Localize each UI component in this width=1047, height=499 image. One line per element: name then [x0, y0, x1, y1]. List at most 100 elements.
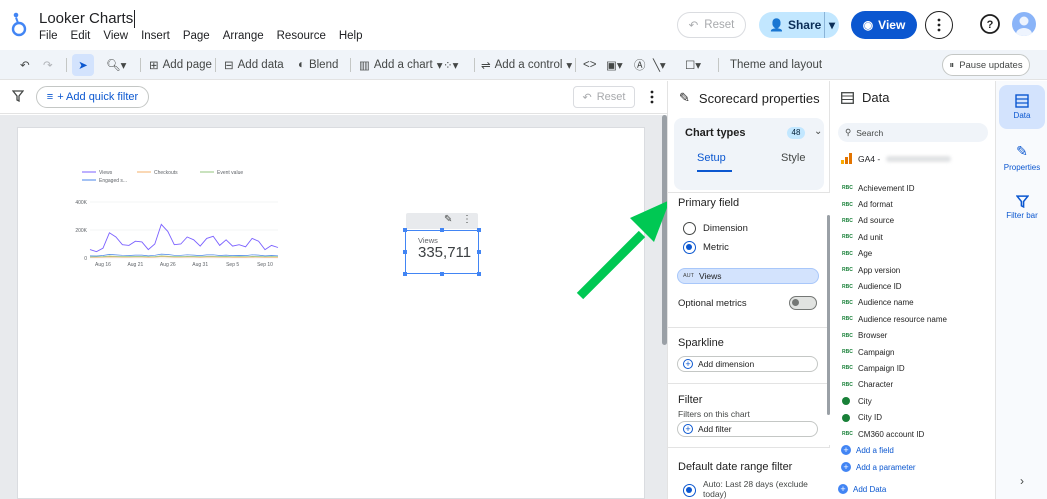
- add-page-icon: ⊞: [149, 60, 159, 72]
- select-cursor-icon[interactable]: ➤: [72, 54, 94, 76]
- view-button[interactable]: ◉ View: [851, 11, 917, 39]
- report-page[interactable]: Views Checkouts Event value Engaged s... 400…: [17, 127, 645, 499]
- text-type-icon: RBC: [842, 365, 853, 372]
- field-item[interactable]: RBC Campaign: [842, 344, 992, 360]
- sparkline-heading: Sparkline: [678, 337, 724, 349]
- metric-chip[interactable]: AUT Views: [677, 268, 819, 284]
- add-chart-button[interactable]: ▥ Add a chart ▾: [359, 50, 442, 80]
- scorecard-value: 335,711: [418, 244, 472, 261]
- scorecard-more-icon[interactable]: ⋮: [462, 214, 472, 225]
- menu-insert[interactable]: Insert: [141, 30, 170, 42]
- add-control-button[interactable]: ⇌ Add a control ▾: [481, 50, 572, 80]
- undo-icon: ↶: [582, 91, 592, 104]
- rail-data-button[interactable]: Data: [999, 85, 1045, 129]
- sparkline-section: Sparkline + Add dimension: [668, 327, 830, 382]
- text-icon[interactable]: Ⓐ: [634, 50, 646, 80]
- menu-page[interactable]: Page: [183, 30, 210, 42]
- chart-types-label[interactable]: Chart types: [685, 127, 746, 139]
- add-field-button[interactable]: + Add a field: [841, 445, 894, 455]
- optional-metrics-toggle[interactable]: [789, 296, 817, 310]
- shape-icon[interactable]: ☐▾: [685, 50, 701, 80]
- field-item[interactable]: RBC Audience ID: [842, 278, 992, 294]
- field-item[interactable]: RBC Audience resource name: [842, 311, 992, 327]
- zoom-icon[interactable]: 🔍︎▾: [106, 50, 126, 80]
- edit-pencil-icon[interactable]: ✎: [444, 214, 452, 225]
- text-type-icon: RBC: [842, 381, 853, 388]
- tab-setup[interactable]: Setup: [697, 152, 726, 164]
- undo-icon[interactable]: ↶: [20, 50, 30, 80]
- filter-bar: ≡ + Add quick filter ↶ Reset: [0, 81, 667, 114]
- menu-resource[interactable]: Resource: [277, 30, 326, 42]
- share-dropdown-icon[interactable]: ▾: [824, 12, 839, 38]
- series-line-event-value: [89, 255, 279, 258]
- add-data-button[interactable]: + Add Data: [838, 484, 886, 494]
- share-button[interactable]: 👤 Share ▾: [759, 12, 839, 38]
- field-item[interactable]: RBC Age: [842, 246, 992, 262]
- field-item[interactable]: City ID: [842, 409, 992, 425]
- pencil-icon: ✎: [1016, 142, 1028, 159]
- blend-icon: ◐: [298, 59, 305, 71]
- undo-icon: ↶: [688, 20, 699, 32]
- theme-layout-button[interactable]: Theme and layout: [730, 50, 822, 80]
- text-type-icon: RBC: [842, 250, 853, 257]
- y-tick-label: 0: [84, 256, 87, 262]
- tab-style[interactable]: Style: [781, 152, 805, 164]
- data-panel: Data ⚲ Search GA4 - RBC Achievement ID RB…: [830, 81, 995, 499]
- line-icon[interactable]: ╲▾: [653, 50, 666, 80]
- menu-file[interactable]: File: [39, 30, 58, 42]
- field-item[interactable]: RBC Browser: [842, 328, 992, 344]
- field-item[interactable]: RBC Character: [842, 377, 992, 393]
- dimension-radio[interactable]: [683, 222, 696, 235]
- canvas-reset-button[interactable]: ↶ Reset: [573, 86, 635, 108]
- chevron-right-icon[interactable]: ›: [1020, 474, 1024, 488]
- account-avatar[interactable]: [1012, 12, 1036, 36]
- pause-updates-button[interactable]: ⏸ Pause updates: [942, 54, 1030, 76]
- field-item[interactable]: RBC Campaign ID: [842, 360, 992, 376]
- add-filter-button[interactable]: + Add filter: [677, 421, 818, 437]
- menu-help[interactable]: Help: [339, 30, 363, 42]
- rail-properties-button[interactable]: ✎ Properties: [999, 135, 1045, 179]
- field-item[interactable]: City: [842, 393, 992, 409]
- field-item[interactable]: RBC Achievement ID: [842, 180, 992, 196]
- line-chart[interactable]: Views Checkouts Event value Engaged s... 400…: [60, 166, 280, 276]
- chart-types-count: 48: [787, 127, 805, 139]
- field-item[interactable]: RBC App version: [842, 262, 992, 278]
- scorecard[interactable]: Views 335,711: [403, 228, 481, 276]
- add-quick-filter-button[interactable]: ≡ + Add quick filter: [36, 86, 149, 108]
- filters-on-chart-text: Filters on this chart: [678, 409, 750, 419]
- data-search-input[interactable]: ⚲ Search: [838, 123, 988, 142]
- metric-radio[interactable]: [683, 241, 696, 254]
- blend-button[interactable]: ◐ Blend: [298, 50, 338, 80]
- field-item[interactable]: RBC Audience name: [842, 295, 992, 311]
- annotation-arrow: [576, 200, 670, 300]
- menu-edit[interactable]: Edit: [71, 30, 91, 42]
- table-icon: [1015, 94, 1029, 108]
- field-item[interactable]: RBC Ad unit: [842, 229, 992, 245]
- redo-icon[interactable]: ↷: [43, 50, 53, 80]
- reset-button[interactable]: ↶ Reset: [677, 12, 746, 38]
- menu-arrange[interactable]: Arrange: [223, 30, 264, 42]
- filter-icon[interactable]: [12, 90, 24, 102]
- add-data-button[interactable]: ⊟ Add data: [224, 50, 284, 80]
- add-dimension-button[interactable]: + Add dimension: [677, 356, 818, 372]
- canvas-more-icon[interactable]: [650, 90, 654, 104]
- date-range-section: Default date range filter Auto: Last 28 …: [668, 447, 830, 499]
- field-item[interactable]: RBC CM360 account ID: [842, 426, 992, 442]
- help-icon[interactable]: ?: [979, 13, 1001, 35]
- field-item[interactable]: RBC Ad format: [842, 196, 992, 212]
- add-data-icon: ⊟: [224, 60, 234, 72]
- chevron-down-icon[interactable]: ⌄: [814, 126, 822, 137]
- auto-date-radio[interactable]: [683, 484, 696, 497]
- image-icon[interactable]: ▣▾: [606, 50, 623, 80]
- field-item[interactable]: RBC Ad source: [842, 213, 992, 229]
- add-page-button[interactable]: ⊞ Add page: [149, 50, 212, 80]
- rail-filter-bar-button[interactable]: Filter bar: [999, 185, 1045, 229]
- code-icon[interactable]: <>: [583, 50, 596, 80]
- more-options-icon[interactable]: [925, 11, 953, 39]
- add-parameter-button[interactable]: + Add a parameter: [841, 462, 916, 472]
- menu-view[interactable]: View: [103, 30, 128, 42]
- data-source[interactable]: GA4 -: [841, 153, 952, 164]
- metric-label: Metric: [703, 242, 729, 253]
- report-title[interactable]: Looker Charts: [39, 10, 136, 28]
- community-viz-icon[interactable]: ⁘▾: [443, 50, 458, 80]
